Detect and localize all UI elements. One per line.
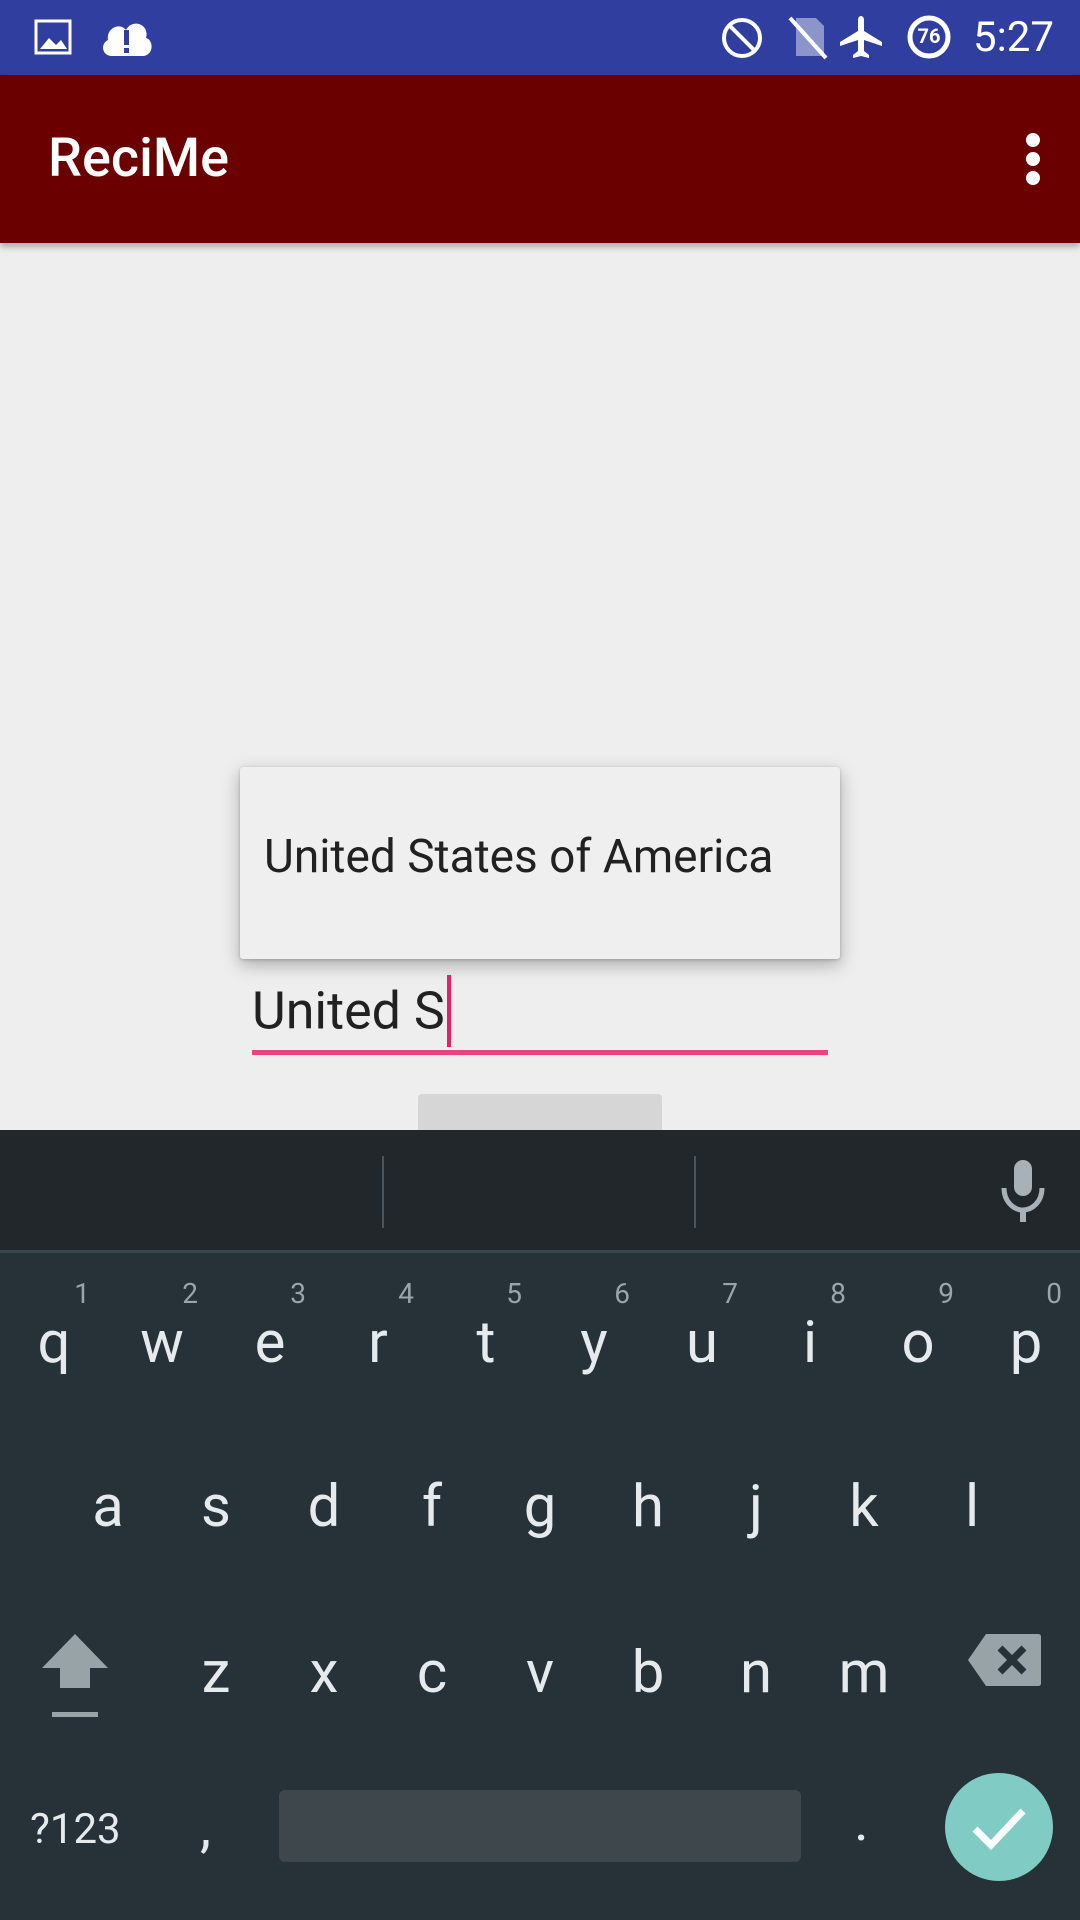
key-label: c xyxy=(416,1639,448,1707)
key-label: l xyxy=(964,1473,980,1541)
image-icon xyxy=(34,19,72,55)
key-number-hint: 4 xyxy=(398,1277,414,1310)
key-label: g xyxy=(523,1473,557,1541)
key-u[interactable]: u7 xyxy=(648,1266,756,1416)
microphone-icon[interactable] xyxy=(998,1158,1048,1224)
key-number-hint: 2 xyxy=(182,1277,198,1310)
key-v[interactable]: v xyxy=(486,1596,594,1746)
submit-button[interactable] xyxy=(418,1094,662,1130)
key-label: s xyxy=(201,1473,231,1541)
key-f[interactable]: f xyxy=(378,1430,486,1580)
key-l[interactable]: l xyxy=(918,1430,1026,1580)
airplane-mode-icon xyxy=(840,16,882,58)
more-vert-icon[interactable] xyxy=(996,115,1066,203)
suggestion-item[interactable]: United States of America xyxy=(264,830,773,884)
key-number-hint: 1 xyxy=(74,1277,90,1310)
key-d[interactable]: d xyxy=(270,1430,378,1580)
key-x[interactable]: x xyxy=(270,1596,378,1746)
key-label: d xyxy=(307,1473,341,1541)
country-input[interactable]: United S xyxy=(252,975,828,1055)
cloud-alert-icon xyxy=(103,23,152,56)
key-s[interactable]: s xyxy=(162,1430,270,1580)
keyboard-suggestion-strip xyxy=(0,1130,1080,1253)
key-r[interactable]: r4 xyxy=(324,1266,432,1416)
key-label: a xyxy=(92,1473,124,1541)
text-caret xyxy=(446,975,451,1047)
key-number-hint: 7 xyxy=(722,1277,738,1310)
clock: 5:27 xyxy=(973,13,1054,62)
input-underline xyxy=(252,1050,828,1055)
autocomplete-dropdown: United States of America xyxy=(240,767,840,959)
key-label: z xyxy=(201,1639,231,1707)
comma-key[interactable]: , xyxy=(200,1794,211,1860)
key-label: b xyxy=(631,1639,665,1707)
app-title: ReciMe xyxy=(48,127,230,190)
key-k[interactable]: k xyxy=(810,1430,918,1580)
key-j[interactable]: j xyxy=(702,1430,810,1580)
key-b[interactable]: b xyxy=(594,1596,702,1746)
period-key[interactable]: . xyxy=(854,1788,869,1854)
check-icon xyxy=(972,1808,1026,1851)
status-bar: 76 5:27 xyxy=(0,0,1080,75)
shift-icon[interactable] xyxy=(38,1630,112,1722)
key-label: x xyxy=(309,1639,339,1707)
key-label: p xyxy=(1009,1309,1043,1377)
key-i[interactable]: i8 xyxy=(756,1266,864,1416)
key-label: j xyxy=(749,1473,763,1541)
key-label: y xyxy=(580,1309,608,1377)
key-label: e xyxy=(254,1309,286,1377)
key-label: u xyxy=(686,1309,718,1377)
key-number-hint: 9 xyxy=(938,1277,954,1310)
key-o[interactable]: o9 xyxy=(864,1266,972,1416)
key-label: h xyxy=(632,1473,664,1541)
key-label: o xyxy=(901,1309,935,1377)
battery-icon: 76 xyxy=(906,14,952,60)
key-e[interactable]: e3 xyxy=(216,1266,324,1416)
space-bar[interactable] xyxy=(279,1790,801,1862)
key-y[interactable]: y6 xyxy=(540,1266,648,1416)
key-number-hint: 5 xyxy=(506,1277,522,1310)
key-label: n xyxy=(739,1639,773,1707)
key-t[interactable]: t5 xyxy=(432,1266,540,1416)
strip-divider xyxy=(694,1156,696,1228)
key-z[interactable]: z xyxy=(162,1596,270,1746)
key-p[interactable]: p0 xyxy=(972,1266,1080,1416)
enter-key[interactable] xyxy=(945,1773,1053,1881)
app-bar: ReciMe xyxy=(0,75,1080,243)
key-label: q xyxy=(37,1309,71,1377)
strip-divider xyxy=(382,1156,384,1228)
key-n[interactable]: n xyxy=(702,1596,810,1746)
key-label: t xyxy=(476,1309,496,1377)
input-value: United S xyxy=(252,980,445,1042)
key-h[interactable]: h xyxy=(594,1430,702,1580)
key-number-hint: 8 xyxy=(830,1277,846,1310)
key-label: r xyxy=(368,1309,388,1377)
key-q[interactable]: q1 xyxy=(0,1266,108,1416)
no-sim-icon xyxy=(788,16,828,60)
key-number-hint: 3 xyxy=(290,1277,306,1310)
key-number-hint: 6 xyxy=(614,1277,630,1310)
key-number-hint: 0 xyxy=(1046,1277,1062,1310)
key-label: w xyxy=(140,1309,184,1377)
key-g[interactable]: g xyxy=(486,1430,594,1580)
key-c[interactable]: c xyxy=(378,1596,486,1746)
key-label: k xyxy=(849,1473,879,1541)
battery-level: 76 xyxy=(917,24,941,48)
key-label: f xyxy=(421,1473,443,1541)
key-w[interactable]: w2 xyxy=(108,1266,216,1416)
key-label: v xyxy=(525,1639,555,1707)
backspace-icon[interactable] xyxy=(966,1632,1042,1688)
key-label: i xyxy=(802,1309,818,1377)
symbols-key[interactable]: ?123 xyxy=(30,1800,121,1860)
key-m[interactable]: m xyxy=(810,1596,918,1746)
do-not-disturb-icon xyxy=(722,18,762,58)
key-label: m xyxy=(838,1639,890,1707)
key-a[interactable]: a xyxy=(54,1430,162,1580)
